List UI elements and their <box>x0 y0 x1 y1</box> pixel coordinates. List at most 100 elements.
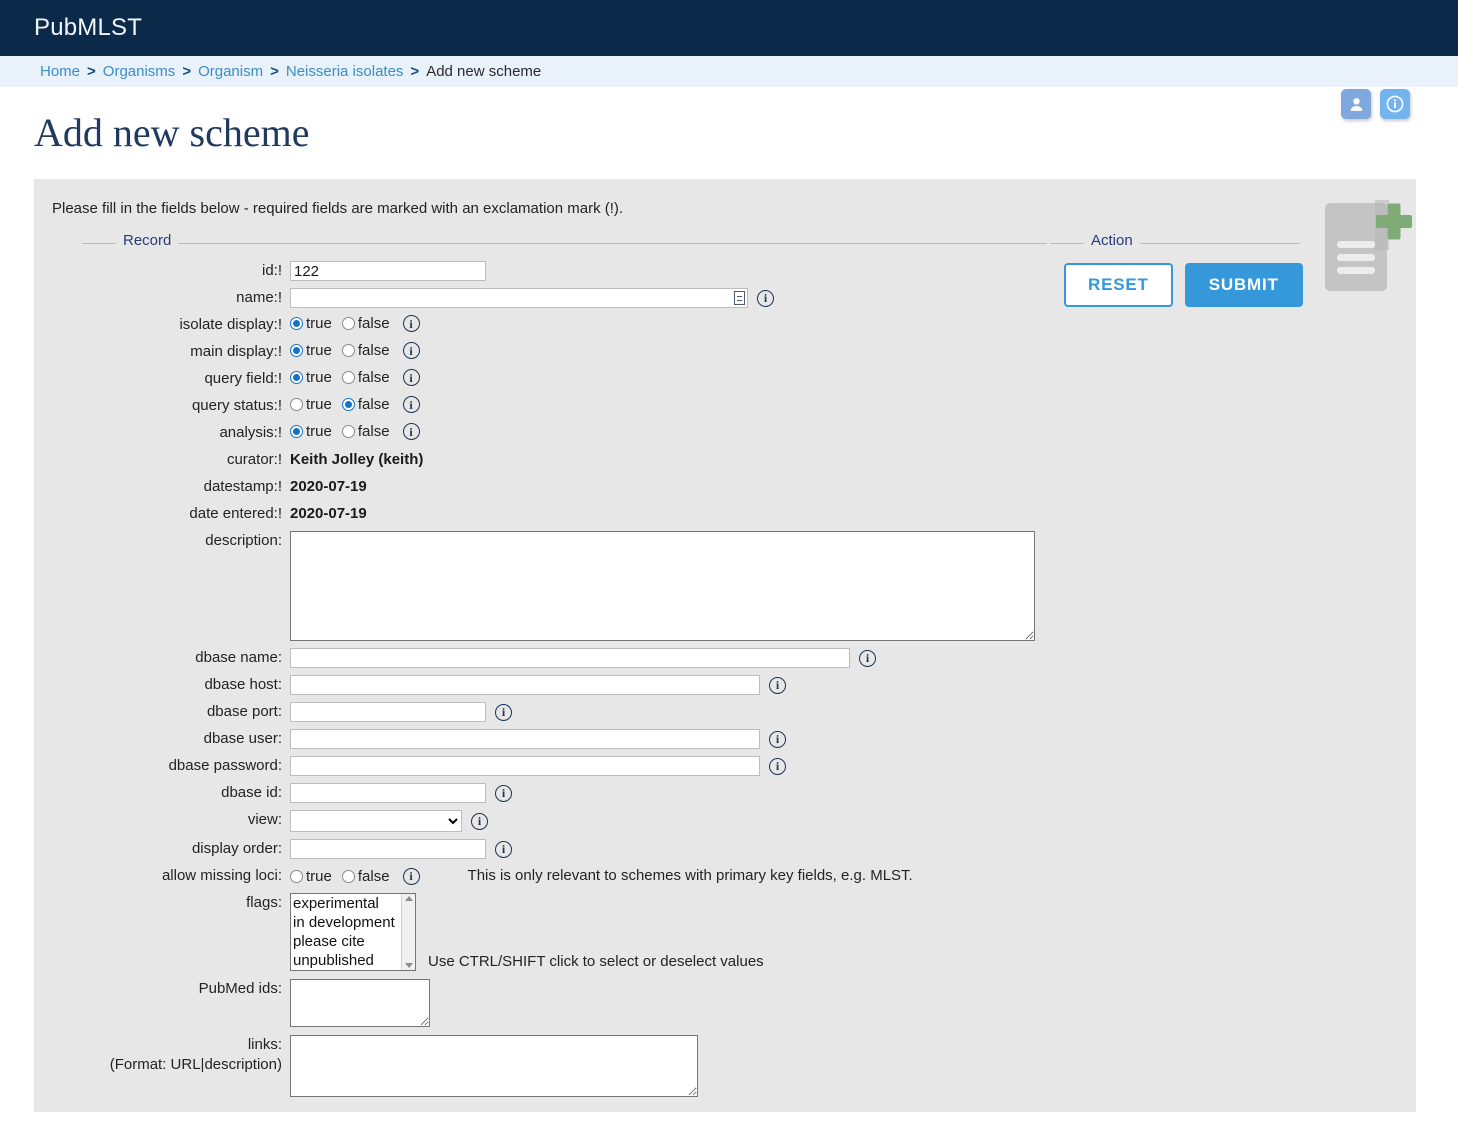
info-icon[interactable]: i <box>402 315 420 332</box>
id-input[interactable] <box>290 261 486 281</box>
analysis-true-option[interactable]: true <box>290 423 332 440</box>
label-links: links: (Format: URL|description) <box>82 1035 290 1075</box>
info-icon[interactable]: i <box>769 757 786 775</box>
brand-logo[interactable]: PubMLST <box>34 14 142 42</box>
record-fieldset: Record <box>82 232 1047 249</box>
display-order-input[interactable] <box>290 839 486 859</box>
field-row-links: links: (Format: URL|description) <box>82 1035 1412 1097</box>
field-row-dbase-port: dbase port: i <box>82 702 1412 722</box>
info-icon[interactable]: i <box>402 423 420 440</box>
fieldset-divider: Record <box>82 232 1047 249</box>
links-label-main: links: <box>247 1036 282 1053</box>
field-row-allow-missing-loci: allow missing loci: true false i This is… <box>82 866 1412 886</box>
field-row-view: view: i <box>82 810 1412 832</box>
scroll-down-arrow-icon[interactable] <box>404 963 413 968</box>
radio-indicator[interactable] <box>290 869 303 883</box>
form-rows: id:! name:! i isolate display:! <box>82 261 1412 1104</box>
clipboard-icon[interactable] <box>734 291 745 305</box>
allow-missing-loci-false-option[interactable]: false <box>341 868 390 885</box>
analysis-false-option[interactable]: false <box>341 423 390 440</box>
main-display-true-option[interactable]: true <box>290 342 332 359</box>
radio-label: true <box>306 867 332 885</box>
flags-option[interactable]: unpublished <box>293 951 401 970</box>
radio-indicator[interactable] <box>290 317 303 330</box>
query-field-false-option[interactable]: false <box>341 369 390 386</box>
allow-missing-loci-true-option[interactable]: true <box>290 868 332 885</box>
radio-label: false <box>357 423 390 440</box>
field-row-flags: flags: experimental in development pleas… <box>82 893 1412 971</box>
flags-option[interactable]: please cite <box>293 932 401 951</box>
action-fieldset: Action <box>1050 232 1300 249</box>
field-row-dbase-id: dbase id: i <box>82 783 1412 803</box>
info-icon[interactable]: i <box>402 396 420 413</box>
flags-listbox[interactable]: experimental in development please cite … <box>290 893 416 971</box>
radio-indicator[interactable] <box>341 344 355 357</box>
info-icon[interactable]: i <box>495 784 512 802</box>
info-icon[interactable]: i <box>402 867 420 885</box>
radio-indicator[interactable] <box>341 317 355 330</box>
label-query-status: query status:! <box>191 397 282 414</box>
radio-indicator[interactable] <box>341 425 355 438</box>
field-row-dbase-password: dbase password: i <box>82 756 1412 776</box>
fieldset-divider: Action <box>1050 232 1300 249</box>
view-select[interactable] <box>290 810 462 832</box>
pubmed-ids-textarea[interactable] <box>290 979 430 1027</box>
curator-value: Keith Jolley (keith) <box>290 451 424 468</box>
breadcrumb-item-current: Add new scheme <box>426 63 542 80</box>
info-icon[interactable]: i <box>769 730 786 748</box>
radio-indicator[interactable] <box>341 371 355 384</box>
label-datestamp: datestamp:! <box>203 478 282 495</box>
field-row-dbase-user: dbase user: i <box>82 729 1412 749</box>
info-icon[interactable]: i <box>859 649 876 667</box>
dbase-host-input[interactable] <box>290 675 760 695</box>
main-display-false-option[interactable]: false <box>341 342 390 359</box>
radio-indicator[interactable] <box>341 869 355 883</box>
breadcrumb-item-organisms[interactable]: Organisms <box>103 63 176 80</box>
info-icon[interactable]: i <box>402 342 420 359</box>
record-legend: Record <box>116 232 179 249</box>
info-icon[interactable]: i <box>495 703 512 721</box>
radio-indicator[interactable] <box>341 398 355 411</box>
radio-indicator[interactable] <box>290 344 303 357</box>
name-input[interactable] <box>290 288 748 308</box>
flags-scrollbar[interactable] <box>401 894 415 970</box>
radio-indicator[interactable] <box>290 398 303 411</box>
info-icon[interactable]: i <box>757 289 774 307</box>
info-icon[interactable]: i <box>402 369 420 386</box>
dbase-user-input[interactable] <box>290 729 760 749</box>
links-textarea[interactable] <box>290 1035 698 1097</box>
label-isolate-display: isolate display:! <box>179 316 282 333</box>
description-textarea[interactable] <box>290 531 1035 641</box>
info-icon[interactable]: i <box>495 840 512 858</box>
dbase-id-input[interactable] <box>290 783 486 803</box>
flags-option[interactable]: in development <box>293 913 401 932</box>
field-row-name: name:! i <box>82 288 1412 308</box>
breadcrumb-item-organism[interactable]: Organism <box>198 63 263 80</box>
user-account-button[interactable] <box>1341 89 1371 119</box>
query-status-false-option[interactable]: false <box>341 396 390 413</box>
breadcrumb-item-home[interactable]: Home <box>40 63 80 80</box>
flags-hint: Use CTRL/SHIFT click to select or desele… <box>428 953 764 970</box>
label-id: id:! <box>261 262 282 279</box>
help-info-button[interactable] <box>1380 89 1410 119</box>
isolate-display-false-option[interactable]: false <box>341 315 390 332</box>
dbase-name-input[interactable] <box>290 648 850 668</box>
field-row-dbase-name: dbase name: i <box>82 648 1412 668</box>
radio-indicator[interactable] <box>290 371 303 384</box>
query-field-radio-group: true false <box>290 369 394 386</box>
label-pubmed-ids: PubMed ids: <box>198 980 282 997</box>
info-icon[interactable]: i <box>769 676 786 694</box>
dbase-port-input[interactable] <box>290 702 486 722</box>
name-input-wrapper <box>290 288 748 308</box>
label-dbase-name: dbase name: <box>195 649 282 666</box>
query-field-true-option[interactable]: true <box>290 369 332 386</box>
query-status-true-option[interactable]: true <box>290 396 332 413</box>
scroll-up-arrow-icon[interactable] <box>404 896 413 901</box>
breadcrumb-item-neisseria-isolates[interactable]: Neisseria isolates <box>286 63 404 80</box>
dbase-password-input[interactable] <box>290 756 760 776</box>
radio-indicator[interactable] <box>290 425 303 438</box>
query-status-radio-group: true false <box>290 396 394 413</box>
isolate-display-true-option[interactable]: true <box>290 315 332 332</box>
flags-option[interactable]: experimental <box>293 894 401 913</box>
info-icon[interactable]: i <box>471 812 488 830</box>
